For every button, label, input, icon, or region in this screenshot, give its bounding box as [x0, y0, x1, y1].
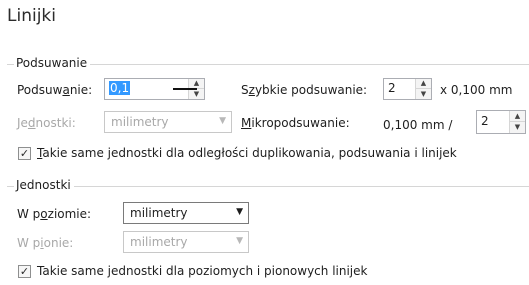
units-label: Jednostki:: [17, 116, 76, 130]
same-units-axes-checkbox[interactable]: ✓: [18, 265, 31, 278]
spin-down-icon[interactable]: ▼: [189, 89, 204, 99]
super-nudge-label: Szybkie podsuwanie:: [241, 83, 368, 97]
vertical-units-label: W pionie:: [17, 236, 74, 250]
spin-down-icon[interactable]: ▼: [416, 89, 431, 99]
vertical-units-dropdown[interactable]: milimetry ▼: [123, 231, 249, 253]
spin-up-icon[interactable]: ▲: [510, 111, 525, 122]
units-group-border: [7, 186, 529, 187]
same-units-nudge-label[interactable]: Takie same jednostki dla odległości dupl…: [37, 146, 457, 160]
spin-up-icon[interactable]: ▲: [416, 79, 431, 89]
chevron-down-icon: ▼: [236, 236, 243, 246]
page-title: Linijki: [7, 6, 56, 26]
chevron-down-icon: ▼: [236, 207, 243, 217]
micro-nudge-value: 0,100 mm /: [383, 118, 453, 132]
checkmark-icon: ✓: [19, 265, 30, 278]
horizontal-units-dropdown[interactable]: milimetry ▼: [123, 202, 249, 224]
units-group-legend: Jednostki: [14, 178, 74, 192]
nudge-value[interactable]: 0,1: [109, 81, 131, 95]
spin-down-icon[interactable]: ▼: [510, 122, 525, 133]
super-nudge-spinbox[interactable]: 2 ▲ ▼: [383, 78, 432, 100]
super-nudge-value[interactable]: 2: [388, 81, 396, 95]
nudge-group-legend: Podsuwanie: [14, 56, 91, 70]
same-units-axes-label[interactable]: Takie same jednostki dla poziomych i pio…: [37, 264, 367, 278]
vertical-units-value: milimetry: [130, 235, 188, 249]
units-value: milimetry: [111, 115, 169, 129]
micro-divisor-spinbox[interactable]: 2 ▲ ▼: [476, 110, 526, 134]
micro-divisor-spinner[interactable]: ▲ ▼: [509, 111, 525, 133]
super-nudge-suffix: x 0,100 mm: [440, 83, 513, 97]
units-dropdown[interactable]: milimetry ▼: [104, 111, 232, 133]
micro-divisor-value[interactable]: 2: [481, 114, 489, 128]
same-units-nudge-checkbox[interactable]: ✓: [18, 147, 31, 160]
horizontal-units-value: milimetry: [130, 206, 188, 220]
mouse-cursor-icon: [173, 88, 197, 90]
micro-nudge-label: Mikropodsuwanie:: [241, 116, 350, 130]
horizontal-units-label: W poziomie:: [17, 207, 92, 221]
super-nudge-spinner[interactable]: ▲ ▼: [415, 79, 431, 99]
nudge-label: Podsuwanie:: [17, 83, 93, 97]
chevron-down-icon: ▼: [219, 116, 226, 126]
checkmark-icon: ✓: [19, 147, 30, 160]
